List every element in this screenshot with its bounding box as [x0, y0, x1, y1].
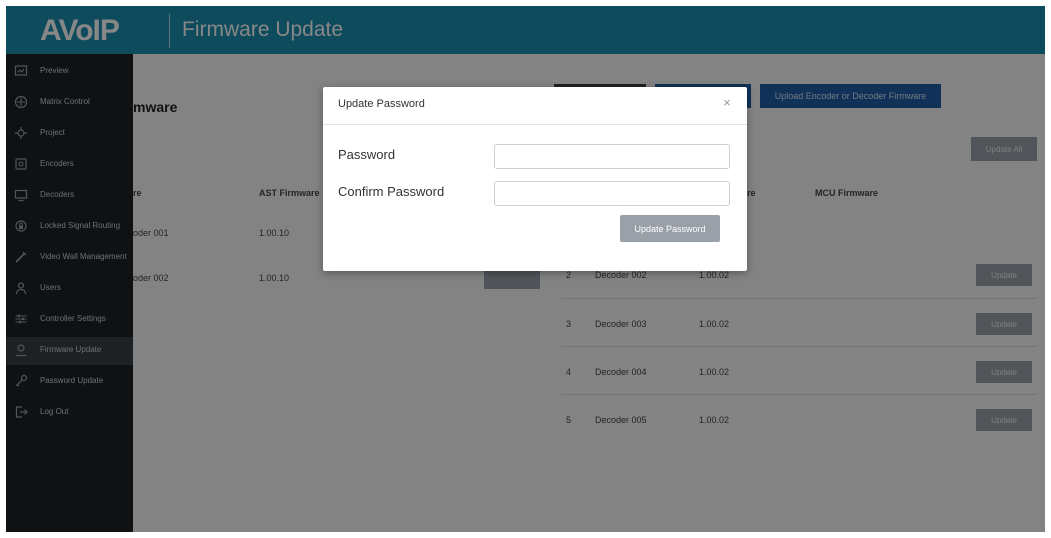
dialog-divider — [323, 124, 747, 125]
app-window: AVoIP Firmware Update Preview Matrix Con… — [6, 6, 1045, 532]
dialog-title: Update Password — [338, 98, 425, 110]
password-label: Password — [338, 147, 396, 162]
close-icon[interactable]: × — [719, 95, 735, 111]
password-field[interactable] — [494, 144, 730, 169]
confirm-password-field[interactable] — [494, 181, 730, 206]
confirm-password-label: Confirm Password — [338, 184, 445, 199]
update-password-button[interactable]: Update Password — [620, 215, 720, 242]
update-password-dialog: Update Password × Password Confirm Passw… — [323, 87, 747, 271]
